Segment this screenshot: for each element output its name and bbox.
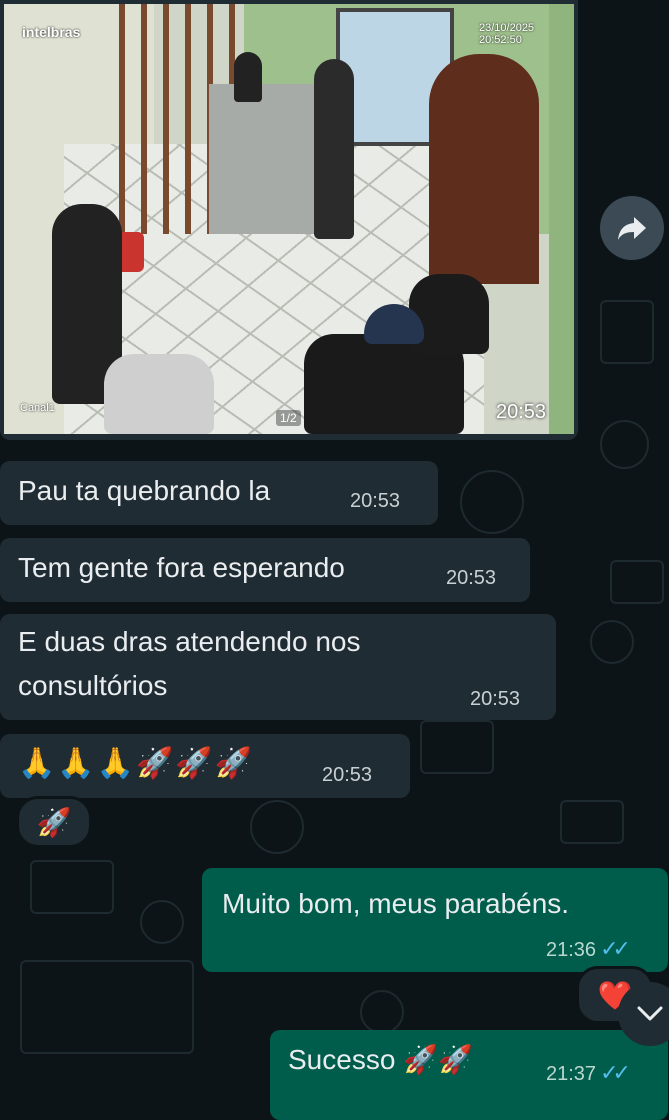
incoming-message[interactable]: 🙏🙏🙏🚀🚀🚀 20:53	[0, 734, 410, 798]
outgoing-message[interactable]: Sucesso 🚀🚀 21:37 ✓✓	[270, 1030, 668, 1120]
message-text: Tem gente fora esperando	[18, 552, 345, 583]
cctv-photo[interactable]: intelbras 23/10/2025 20:52:50 Canal1	[4, 4, 574, 434]
camera-brand-label: intelbras	[22, 24, 81, 40]
message-time: 20:53	[322, 764, 373, 786]
forward-button[interactable]	[600, 196, 664, 260]
message-time: 21:36	[546, 939, 597, 961]
image-page-indicator: 1/2	[276, 410, 301, 426]
chevron-down-icon	[637, 1006, 663, 1021]
camera-timestamp: 23/10/2025 20:52:50	[479, 22, 535, 46]
camera-channel-label: Canal1	[20, 402, 55, 414]
incoming-message[interactable]: Pau ta quebrando la 20:53	[0, 461, 438, 525]
incoming-message[interactable]: E duas dras atendendo nos consultórios 2…	[0, 614, 556, 720]
message-reaction[interactable]: 🚀	[16, 796, 92, 848]
message-text-line-2: consultórios	[18, 670, 168, 701]
message-time: 20:53	[446, 567, 497, 589]
outgoing-message[interactable]: Muito bom, meus parabéns. 21:36 ✓✓	[202, 868, 668, 972]
message-time: 20:53	[496, 401, 547, 423]
emoji-message-text: 🙏🙏🙏🚀🚀🚀	[18, 747, 255, 780]
message-meta: 21:37 ✓✓	[546, 1060, 631, 1086]
forward-arrow-icon	[618, 217, 646, 240]
message-text: Muito bom, meus parabéns.	[222, 888, 570, 919]
message-text-line-1: E duas dras atendendo nos	[18, 626, 361, 657]
image-message[interactable]: intelbras 23/10/2025 20:52:50 Canal1 1/2…	[0, 0, 578, 440]
message-time: 20:53	[350, 490, 401, 512]
double-check-icon: ✓✓	[600, 1060, 631, 1085]
message-meta: 21:36 ✓✓	[546, 936, 631, 962]
incoming-message[interactable]: Tem gente fora esperando 20:53	[0, 538, 530, 602]
double-check-icon: ✓✓	[600, 936, 631, 961]
message-time: 21:37	[546, 1063, 597, 1085]
message-text: Pau ta quebrando la	[18, 475, 271, 506]
message-time: 20:53	[470, 688, 521, 710]
message-text: Sucesso 🚀🚀	[288, 1044, 473, 1075]
